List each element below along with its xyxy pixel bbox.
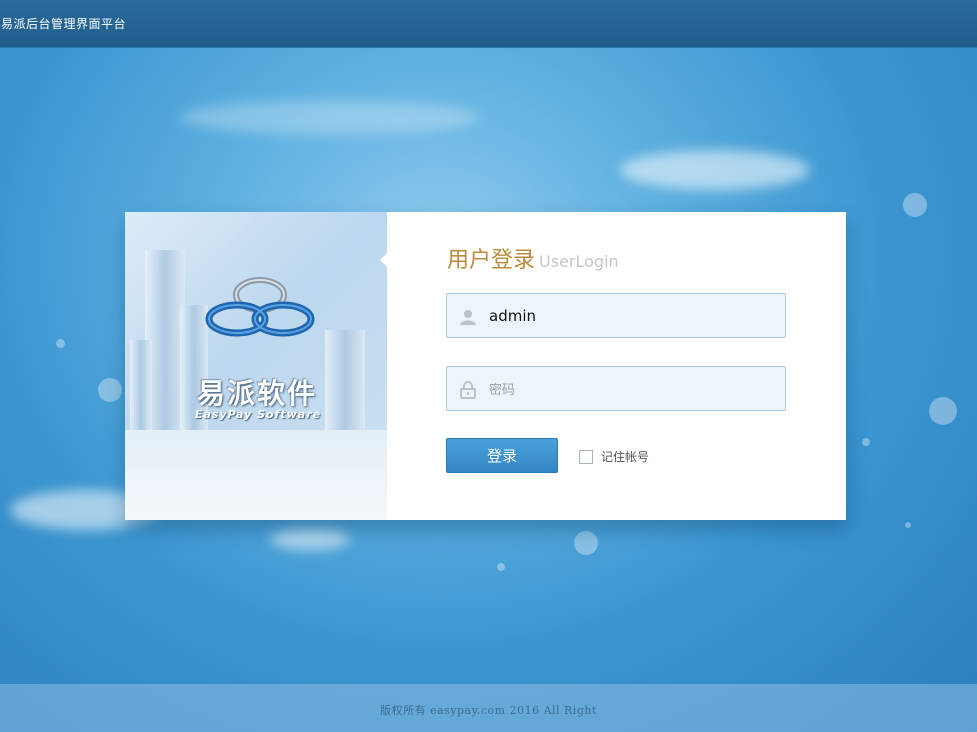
username-input[interactable] (489, 294, 779, 337)
app-title: 易派后台管理界面平台 (1, 17, 127, 31)
remember-label: 记住帐号 (601, 450, 650, 464)
copyright-text: 版权所有 easypay.com 2016 All Right (380, 704, 597, 717)
login-title: 用户登录 UserLogin (447, 242, 619, 274)
login-card: 易派软件 EasyPay Software 用户登录UserLogin 登录 (125, 212, 846, 520)
remember-checkbox[interactable] (579, 449, 593, 464)
brand-panel: 易派软件 EasyPay Software (125, 212, 388, 520)
brand-name: 易派软件 (197, 377, 318, 410)
password-field (446, 366, 786, 411)
user-icon (460, 310, 476, 325)
login-title-cn: 用户登录 (447, 248, 536, 273)
login-form: 用户登录UserLogin 登录 记住帐号 (387, 212, 846, 520)
footer: 版权所有 easypay.com 2016 All Right (0, 684, 977, 732)
remember-account[interactable]: 记住帐号 (579, 448, 649, 465)
username-field (446, 293, 786, 338)
logo-icon (205, 277, 315, 337)
password-input[interactable] (489, 367, 779, 410)
lock-icon (460, 381, 476, 399)
top-bar: 易派后台管理界面平台 (0, 0, 977, 48)
brand-subtitle: EasyPay Software (195, 408, 322, 421)
login-title-en: UserLogin (539, 252, 619, 271)
login-button[interactable]: 登录 (446, 438, 558, 473)
